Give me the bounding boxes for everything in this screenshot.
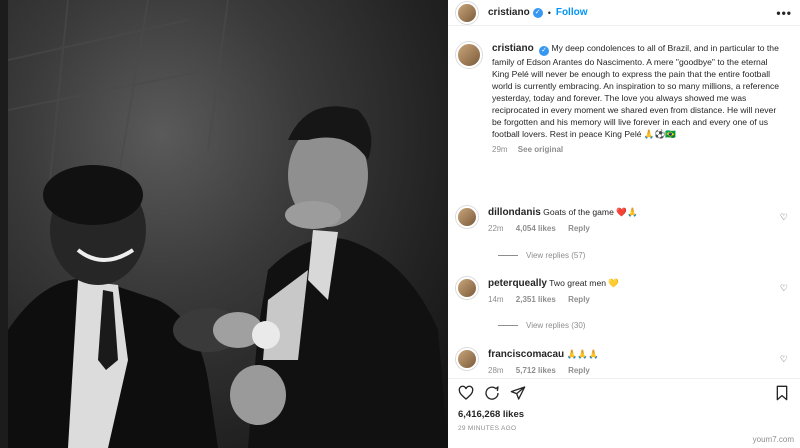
divider [498,255,518,256]
heart-icon[interactable] [458,385,474,401]
comment-icon[interactable] [484,385,500,401]
reply-button[interactable]: Reply [568,366,590,375]
share-icon[interactable] [510,385,526,401]
author-username[interactable]: cristiano [488,7,530,18]
post-timestamp: 29 MINUTES AGO [458,425,517,432]
commenter-avatar[interactable] [456,206,478,228]
comment-text: 🙏🙏🙏 [566,349,599,359]
separator: • [547,7,551,18]
comment-text: Goats of the game ❤️🙏 [543,207,638,217]
see-original-button[interactable]: See original [518,145,563,154]
left-margin [0,0,8,448]
commenter-username[interactable]: franciscomacau [488,349,564,360]
comment-time: 28m [488,366,504,375]
comment-text: Two great men 💛 [549,278,620,288]
verified-icon: ✓ [532,7,543,18]
post-photo[interactable] [8,0,448,448]
comment: peterqueally Two great men 💛 14m 2,351 l… [456,277,796,306]
likes-count[interactable]: 6,416,268 likes [458,409,524,420]
heart-icon[interactable]: ♡ [780,212,788,223]
comment-likes[interactable]: 2,351 likes [516,295,556,304]
caption: cristiano ✓ My deep condolences to all o… [456,42,786,156]
watermark: youm7.com [752,435,794,444]
commenter-avatar[interactable] [456,277,478,299]
caption-username[interactable]: cristiano [492,43,534,54]
follow-button[interactable]: Follow [556,7,588,18]
comment-time: 14m [488,295,504,304]
post-actions: 6,416,268 likes 29 MINUTES AGO youm7.com [448,378,800,448]
photo-illustration [8,0,448,448]
author-avatar[interactable] [456,1,478,24]
caption-avatar[interactable] [456,42,482,68]
reply-button[interactable]: Reply [568,224,590,233]
heart-icon[interactable]: ♡ [780,354,788,365]
divider [498,325,518,326]
comment-likes[interactable]: 4,054 likes [516,224,556,233]
comment-likes[interactable]: 5,712 likes [516,366,556,375]
bookmark-icon[interactable] [774,385,790,401]
heart-icon[interactable]: ♡ [780,283,788,294]
view-replies-button[interactable]: View replies (30) [498,321,585,330]
view-replies-button[interactable]: View replies (57) [498,251,585,260]
post-panel: cristiano ✓ • Follow ••• cristiano ✓ My … [448,0,800,448]
commenter-avatar[interactable] [456,348,478,370]
caption-text: My deep condolences to all of Brazil, an… [492,43,780,139]
post-header: cristiano ✓ • Follow ••• [448,0,800,26]
more-icon[interactable]: ••• [776,6,792,20]
comment-time: 22m [488,224,504,233]
commenter-username[interactable]: peterqueally [488,278,547,289]
view-replies-label: View replies (57) [526,251,586,260]
caption-time: 29m [492,145,508,154]
view-replies-label: View replies (30) [526,321,586,330]
verified-icon: ✓ [539,46,550,56]
comment: franciscomacau 🙏🙏🙏 28m 5,712 likes Reply… [456,348,796,377]
commenter-username[interactable]: dillondanis [488,207,541,218]
reply-button[interactable]: Reply [568,295,590,304]
comment: dillondanis Goats of the game ❤️🙏 22m 4,… [456,206,796,235]
